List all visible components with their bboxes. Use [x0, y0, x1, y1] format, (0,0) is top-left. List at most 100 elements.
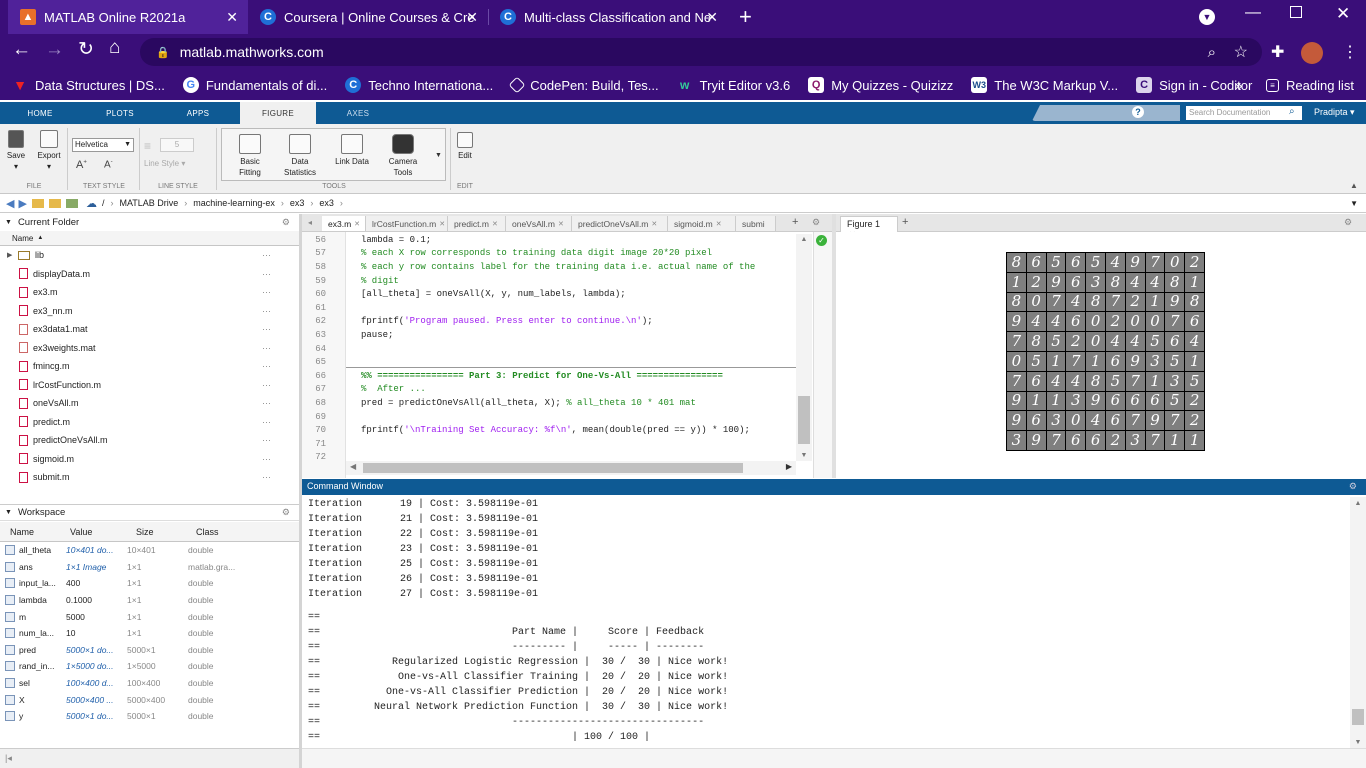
zoom-icon[interactable]: ⌕	[1208, 44, 1216, 61]
close-tab-icon[interactable]: ✕	[226, 9, 238, 26]
collapse-icon[interactable]: ▼	[5, 219, 12, 226]
close-tab-icon[interactable]: ✕	[354, 220, 360, 228]
back-icon[interactable]: ◀	[6, 197, 14, 210]
workspace-row[interactable]: m 5000 1×1 double	[0, 608, 299, 625]
more-icon[interactable]: ···	[262, 398, 271, 408]
column-value[interactable]: Value	[70, 527, 92, 537]
scroll-up-icon[interactable]: ▲	[796, 236, 812, 243]
close-tab-icon[interactable]: ✕	[558, 220, 564, 228]
scroll-down-icon[interactable]: ▼	[796, 452, 812, 459]
more-icon[interactable]: ···	[262, 306, 271, 316]
editor-horizontal-scrollbar[interactable]: ◀ ▶	[346, 461, 796, 475]
bookmark-item[interactable]: W3 The W3C Markup V...	[971, 77, 1118, 93]
close-tab-icon[interactable]: ✕	[706, 9, 718, 26]
up-folder-icon[interactable]	[31, 198, 44, 208]
more-bookmarks-icon[interactable]: »	[1235, 78, 1242, 93]
folder-list-item[interactable]: fmincg.m ···	[0, 357, 299, 376]
bookmark-item[interactable]: CodePen: Build, Tes...	[508, 76, 659, 94]
breadcrumb-ex3-current[interactable]: ex3	[319, 198, 334, 208]
link-data-button[interactable]: Link Data	[330, 134, 374, 167]
code-line[interactable]: 56 lambda = 0.1;	[304, 233, 431, 247]
scroll-right-icon[interactable]: ▶	[786, 462, 792, 471]
browser-tab-multiclass[interactable]: C Multi-class Classification and Ne ✕	[488, 0, 728, 34]
basic-fitting-button[interactable]: Basic Fitting	[230, 134, 270, 178]
edit-button[interactable]: Edit	[454, 132, 476, 161]
restore-icon[interactable]	[1290, 6, 1302, 18]
close-tab-icon[interactable]: ✕	[492, 220, 498, 228]
search-icon[interactable]: ⌕	[1289, 106, 1295, 117]
bookmark-item[interactable]: G Fundamentals of di...	[182, 77, 327, 93]
more-icon[interactable]: ···	[262, 435, 271, 445]
extensions-icon[interactable]: ✚	[1271, 42, 1284, 62]
code-line[interactable]: 61	[304, 301, 361, 315]
collapse-icon[interactable]: ▼	[5, 509, 12, 516]
panel-options-icon[interactable]: ⚙	[282, 217, 290, 228]
command-prompt-line[interactable]	[302, 748, 1366, 768]
digit-image-grid[interactable]: 8656549702129638448180748721989446020076…	[1006, 252, 1205, 451]
decrease-font-icon[interactable]: A-	[104, 159, 113, 170]
bookmark-item[interactable]: w Tryit Editor v3.6	[677, 77, 790, 93]
reading-list-button[interactable]: ≡ Reading list	[1266, 78, 1354, 93]
workspace-row[interactable]: sel 100×400 d... 100×400 double	[0, 675, 299, 692]
minimize-icon[interactable]: —	[1245, 4, 1261, 22]
tab-plots[interactable]: PLOTS	[92, 102, 148, 124]
tab-apps[interactable]: APPS	[170, 102, 226, 124]
bookmark-item[interactable]: Q My Quizzes - Quizizz	[808, 77, 953, 93]
data-statistics-button[interactable]: Data Statistics	[278, 134, 322, 178]
export-button[interactable]: Export ▾	[34, 130, 64, 172]
scrollbar-thumb[interactable]	[798, 396, 810, 444]
folder-list-item[interactable]: ex3_nn.m ···	[0, 302, 299, 321]
workspace-row[interactable]: pred 5000×1 do... 5000×1 double	[0, 642, 299, 659]
folder-list-item[interactable]: predict.m ···	[0, 413, 299, 432]
code-line[interactable]: 69	[304, 410, 361, 424]
more-icon[interactable]: ···	[262, 287, 271, 297]
code-line[interactable]: 68 pred = predictOneVsAll(all_theta, X); …	[304, 396, 696, 410]
breadcrumb-matlab-drive[interactable]: MATLAB Drive	[119, 198, 178, 208]
workspace-row[interactable]: lambda 0.1000 1×1 double	[0, 592, 299, 609]
workspace-row[interactable]: X 5000×400 ... 5000×400 double	[0, 691, 299, 708]
workspace-row[interactable]: y 5000×1 do... 5000×1 double	[0, 708, 299, 725]
code-ok-icon[interactable]: ✓	[816, 235, 827, 246]
tab-axes[interactable]: AXES	[320, 102, 396, 124]
close-window-icon[interactable]: ✕	[1336, 4, 1350, 24]
command-window-scrollbar[interactable]: ▲ ▼	[1350, 497, 1366, 748]
breadcrumb-machine-learning-ex[interactable]: machine-learning-ex	[193, 198, 275, 208]
expand-icon[interactable]: ▶	[7, 251, 12, 259]
code-line[interactable]: 71	[304, 437, 361, 451]
avatar[interactable]	[1301, 42, 1323, 64]
workspace-row[interactable]: rand_in... 1×5000 do... 1×5000 double	[0, 658, 299, 675]
folder-list-item[interactable]: displayData.m ···	[0, 265, 299, 284]
panel-options-icon[interactable]: ⚙	[1349, 481, 1357, 492]
tab-home[interactable]: HOME	[12, 102, 68, 124]
editor-tabs-left-icon[interactable]: ◂	[308, 218, 312, 227]
save-button[interactable]: Save ▾	[4, 130, 28, 172]
close-tab-icon[interactable]: ✕	[716, 220, 722, 228]
scrollbar-thumb[interactable]	[363, 463, 743, 473]
help-icon[interactable]: ?	[1132, 106, 1144, 118]
browser-tab-coursera[interactable]: C Coursera | Online Courses & Cre ✕	[248, 0, 488, 34]
code-line[interactable]: 65	[304, 355, 361, 369]
url-field[interactable]: 🔒 matlab.mathworks.com ⌕ ☆	[140, 38, 1262, 66]
browser-tab-matlab[interactable]: ▲ MATLAB Online R2021a ✕	[8, 0, 248, 34]
more-icon[interactable]: ···	[262, 343, 271, 353]
line-style-select[interactable]: Line Style ▾	[144, 159, 185, 168]
close-tab-icon[interactable]: ✕	[651, 220, 657, 228]
breadcrumb-ex3[interactable]: ex3	[290, 198, 305, 208]
editor-tab[interactable]: submi	[736, 216, 776, 231]
editor-tab[interactable]: ex3.m ✕	[322, 216, 366, 231]
more-icon[interactable]: ···	[262, 361, 271, 371]
line-width-field[interactable]: 5	[160, 138, 194, 152]
figure-tab[interactable]: Figure 1 ✕	[840, 216, 898, 239]
more-icon[interactable]: ···	[262, 472, 271, 482]
folder-list-item[interactable]: ex3.m ···	[0, 283, 299, 302]
editor-options-icon[interactable]: ⚙	[812, 217, 820, 228]
more-icon[interactable]: ···	[262, 324, 271, 334]
code-line[interactable]: 63 pause;	[304, 328, 393, 342]
bookmark-item[interactable]: ▼ Data Structures | DS...	[12, 77, 165, 93]
editor-vertical-scrollbar[interactable]: ▲ ▼	[796, 234, 812, 461]
reload-icon[interactable]: ↻	[78, 38, 94, 61]
browser-menu-icon[interactable]: ⋮	[1342, 42, 1358, 62]
column-name[interactable]: Name	[10, 527, 34, 537]
folder-list-item[interactable]: ▶ lib ···	[0, 246, 299, 265]
tab-figure[interactable]: FIGURE	[240, 102, 316, 124]
